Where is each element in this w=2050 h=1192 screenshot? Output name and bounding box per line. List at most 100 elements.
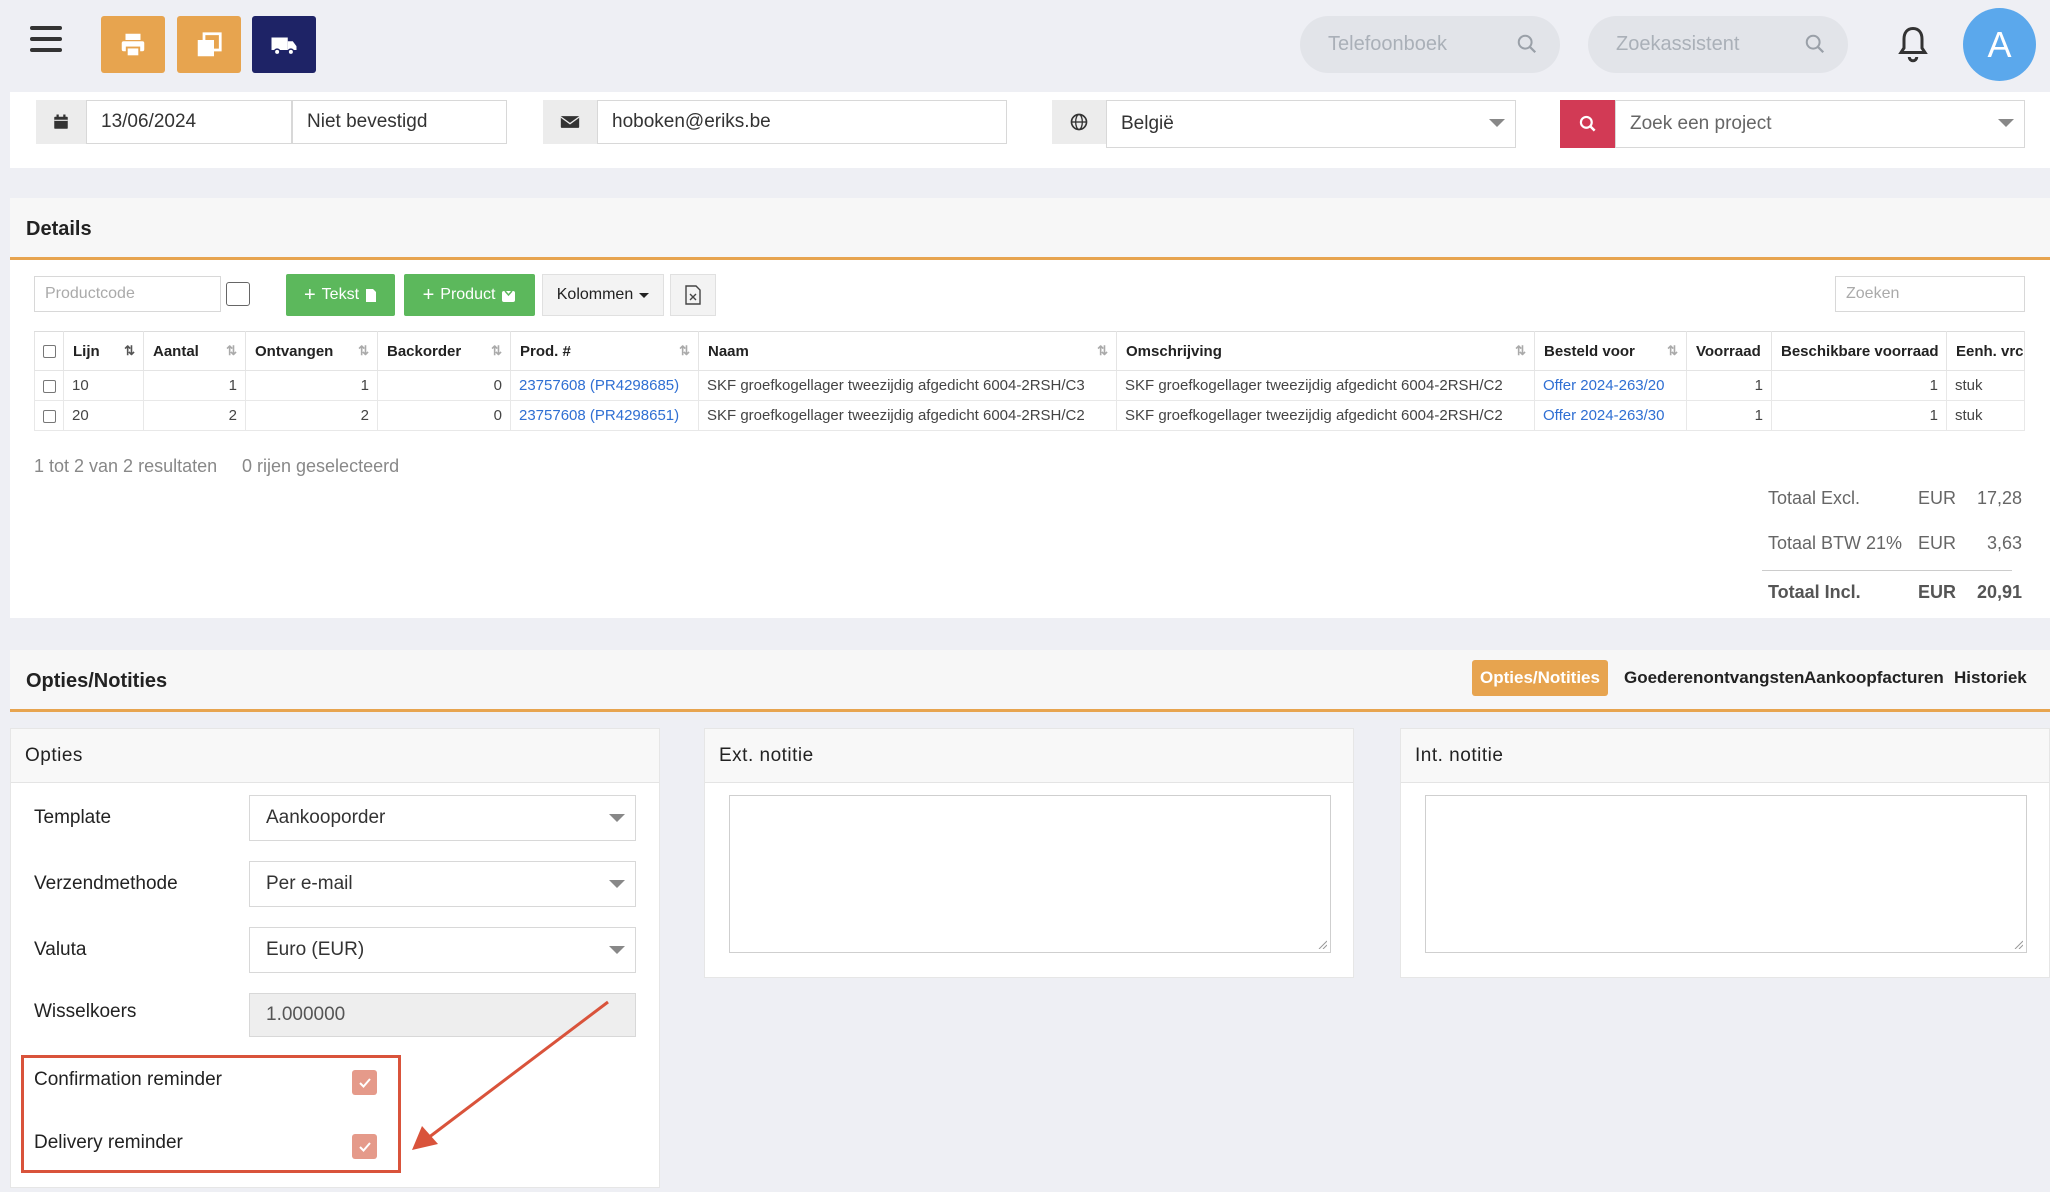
verzendmethode-select[interactable]: Per e-mail bbox=[249, 861, 636, 907]
print-button[interactable] bbox=[101, 16, 165, 73]
sort-icon[interactable]: ⇅ bbox=[1097, 343, 1108, 359]
sort-icon[interactable]: ⇅ bbox=[1515, 343, 1526, 359]
bell-icon[interactable] bbox=[1895, 24, 1931, 66]
chevron-down-icon bbox=[1998, 119, 2014, 127]
column-header[interactable]: Prod. # ⇅ bbox=[510, 331, 699, 371]
search-icon bbox=[1517, 34, 1537, 54]
column-header[interactable]: Eenh. vrc bbox=[1946, 331, 2025, 371]
int-notitie-card: Int. notitie bbox=[1400, 728, 2050, 978]
column-header[interactable]: Lijn ⇅ bbox=[63, 331, 144, 371]
email-field[interactable]: hoboken@eriks.be bbox=[597, 100, 1007, 144]
add-text-button[interactable]: + Tekst bbox=[286, 274, 395, 316]
sort-icon[interactable]: ⇅ bbox=[491, 343, 502, 359]
column-header[interactable]: Beschikbare voorraad bbox=[1771, 331, 1947, 371]
productcode-checkbox[interactable] bbox=[226, 282, 250, 306]
column-header-label: Prod. # bbox=[520, 342, 571, 360]
calendar-icon bbox=[54, 114, 68, 129]
confirmation-reminder-checkbox[interactable] bbox=[352, 1070, 377, 1095]
email-addon bbox=[543, 100, 597, 144]
column-header[interactable]: Voorraad bbox=[1686, 331, 1772, 371]
phonebook-search[interactable]: Telefoonboek bbox=[1300, 16, 1560, 73]
check-icon bbox=[358, 1077, 371, 1088]
column-header[interactable]: Aantal ⇅ bbox=[143, 331, 246, 371]
resize-grip-icon[interactable] bbox=[1317, 939, 1327, 949]
total-excl-currency: EUR bbox=[1918, 488, 1957, 508]
table-row[interactable]: 10 1 1 0 23757608 (PR4298685) SKF groefk… bbox=[34, 370, 2025, 401]
printer-icon bbox=[121, 33, 145, 57]
sort-icon[interactable]: ⇅ bbox=[679, 343, 690, 359]
project-select[interactable]: Zoek een project bbox=[1615, 100, 2025, 148]
avatar[interactable]: A bbox=[1963, 8, 2036, 81]
valuta-select[interactable]: Euro (EUR) bbox=[249, 927, 636, 973]
sort-icon[interactable]: ⇅ bbox=[1667, 343, 1678, 359]
resize-grip-icon[interactable] bbox=[2013, 939, 2023, 949]
ext-notitie-textarea[interactable] bbox=[729, 795, 1331, 953]
cell-voorraad: 1 bbox=[1686, 400, 1772, 431]
annotation-arrow bbox=[412, 1000, 609, 1150]
column-header[interactable]: Ontvangen ⇅ bbox=[245, 331, 378, 371]
country-select[interactable]: België bbox=[1106, 100, 1516, 148]
int-notitie-title: Int. notitie bbox=[1401, 729, 2049, 783]
add-product-button[interactable]: + Product bbox=[404, 274, 535, 316]
header-form-panel: 13/06/2024 Niet bevestigd hoboken@eriks.… bbox=[10, 92, 2050, 168]
cell-besteld-link[interactable]: Offer 2024-263/20 bbox=[1534, 370, 1687, 401]
calendar-addon bbox=[36, 100, 86, 144]
sort-icon[interactable]: ⇅ bbox=[358, 343, 369, 359]
cell-lijn: 20 bbox=[63, 400, 144, 431]
tab-historiek[interactable]: Historiek bbox=[1946, 660, 2035, 696]
sort-icon[interactable]: ⇅ bbox=[124, 343, 135, 359]
sort-icon[interactable]: ⇅ bbox=[226, 343, 237, 359]
column-header[interactable]: Besteld voor ⇅ bbox=[1534, 331, 1687, 371]
assistant-search[interactable]: Zoekassistent bbox=[1588, 16, 1848, 73]
productcode-input[interactable]: Productcode bbox=[34, 276, 221, 312]
tab-aankoopfacturen[interactable]: Aankoopfacturen bbox=[1796, 660, 1952, 696]
total-incl-currency: EUR bbox=[1918, 582, 1957, 602]
verzendmethode-label: Verzendmethode bbox=[34, 873, 178, 894]
tab-goederenontvangsten[interactable]: Goederenontvangsten bbox=[1616, 660, 1812, 696]
template-label: Template bbox=[34, 807, 112, 828]
columns-button[interactable]: Kolommen bbox=[542, 274, 664, 316]
status-field[interactable]: Niet bevestigd bbox=[292, 100, 507, 144]
table-search-input[interactable]: Zoeken bbox=[1835, 276, 2025, 312]
select-all-checkbox[interactable] bbox=[34, 331, 64, 371]
add-product-label: Product bbox=[440, 286, 496, 303]
delivery-button[interactable] bbox=[252, 16, 316, 73]
plus-icon: + bbox=[303, 283, 316, 306]
project-placeholder: Zoek een project bbox=[1630, 113, 1772, 134]
column-header[interactable]: Naam ⇅ bbox=[698, 331, 1117, 371]
column-header-label: Aantal bbox=[153, 342, 199, 360]
row-checkbox[interactable] bbox=[34, 400, 64, 431]
checkbox-box[interactable] bbox=[43, 409, 56, 423]
tab-opties-notities[interactable]: Opties/Notities bbox=[1472, 660, 1608, 696]
opties-card-title: Opties bbox=[11, 729, 659, 783]
column-header[interactable]: Backorder ⇅ bbox=[377, 331, 511, 371]
delivery-reminder-checkbox[interactable] bbox=[352, 1134, 377, 1159]
project-search-button[interactable] bbox=[1560, 100, 1615, 148]
checkbox-box[interactable] bbox=[43, 345, 56, 359]
plus-icon: + bbox=[422, 283, 435, 306]
column-header[interactable]: Omschrijving ⇅ bbox=[1116, 331, 1535, 371]
details-title: Details bbox=[26, 218, 92, 240]
valuta-label: Valuta bbox=[34, 939, 87, 960]
table-row[interactable]: 20 2 2 0 23757608 (PR4298651) SKF groefk… bbox=[34, 400, 2025, 431]
row-checkbox[interactable] bbox=[34, 370, 64, 401]
table-header-row: Lijn ⇅ Aantal ⇅ Ontvangen ⇅ Backorder ⇅ Prod… bbox=[34, 331, 2025, 371]
cell-product-link[interactable]: 23757608 (PR4298651) bbox=[510, 400, 699, 431]
menu-icon[interactable] bbox=[30, 26, 62, 56]
excel-export-button[interactable] bbox=[670, 274, 716, 316]
template-value: Aankooporder bbox=[266, 807, 386, 828]
column-header-label: Lijn bbox=[73, 342, 100, 360]
date-field[interactable]: 13/06/2024 bbox=[86, 100, 292, 144]
template-select[interactable]: Aankooporder bbox=[249, 795, 636, 841]
total-incl-label: Totaal Incl. bbox=[1768, 582, 1861, 602]
int-notitie-textarea[interactable] bbox=[1425, 795, 2027, 953]
cell-ontvangen: 1 bbox=[245, 370, 378, 401]
checkbox-box[interactable] bbox=[43, 379, 56, 393]
column-header-label: Beschikbare voorraad bbox=[1781, 342, 1939, 360]
copy-button[interactable] bbox=[177, 16, 241, 73]
cell-besteld-link[interactable]: Offer 2024-263/30 bbox=[1534, 400, 1687, 431]
cell-product-link[interactable]: 23757608 (PR4298685) bbox=[510, 370, 699, 401]
chevron-down-icon bbox=[1489, 119, 1505, 127]
cell-voorraad: 1 bbox=[1686, 370, 1772, 401]
column-header-label: Omschrijving bbox=[1126, 342, 1222, 360]
